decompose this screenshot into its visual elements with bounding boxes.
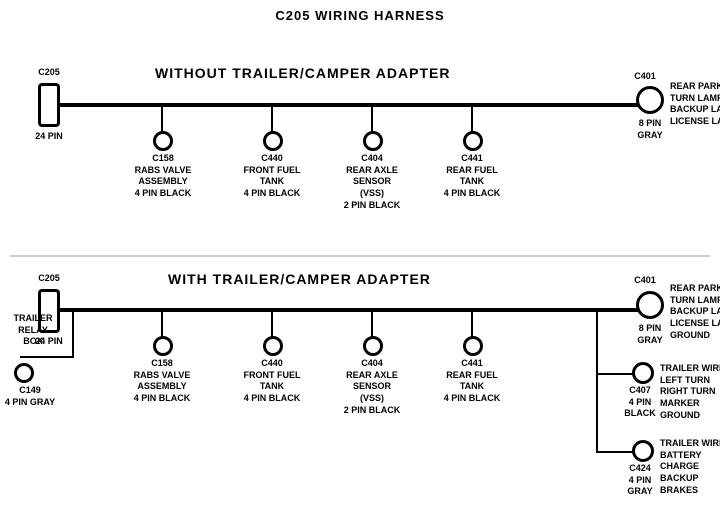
s2-c407-desc: TRAILER WIRESLEFT TURNRIGHT TURNMARKERGR… <box>660 363 720 421</box>
s2-c407-id: C4074 PINBLACK <box>620 385 660 420</box>
s2-c401-label: C401 <box>630 275 660 287</box>
s1-c440-label: C440FRONT FUELTANK4 PIN BLACK <box>243 153 301 200</box>
s1-c158-connector <box>153 131 173 151</box>
s2-c205-label: C205 <box>28 273 70 285</box>
s2-trailer-relay-drop <box>72 310 74 358</box>
s1-c404-connector <box>363 131 383 151</box>
s2-c440-connector <box>263 336 283 356</box>
section1-label: WITHOUT TRAILER/CAMPER ADAPTER <box>155 65 450 81</box>
s1-c404-drop <box>371 105 373 133</box>
s1-c404-label: C404REAR AXLESENSOR(VSS)2 PIN BLACK <box>343 153 401 211</box>
s2-c149-connector <box>14 363 34 383</box>
s1-8pin-gray: 8 PINGRAY <box>625 118 675 141</box>
s2-c424-id: C4244 PINGRAY <box>618 463 662 498</box>
s1-c440-drop <box>271 105 273 133</box>
s2-c441-connector <box>463 336 483 356</box>
s2-c440-drop <box>271 310 273 338</box>
s1-c440-connector <box>263 131 283 151</box>
s2-c441-drop <box>471 310 473 338</box>
s1-24pin-label: 24 PIN <box>24 131 74 143</box>
s2-8pin-gray: 8 PINGRAY <box>625 323 675 346</box>
s2-c424-drop <box>596 373 598 453</box>
diagram-container: WITHOUT TRAILER/CAMPER ADAPTER C205 24 P… <box>0 23 720 523</box>
s2-main-wire <box>60 308 660 312</box>
s1-c401-label: C401 <box>630 71 660 83</box>
s2-c404-connector <box>363 336 383 356</box>
s2-c404-drop <box>371 310 373 338</box>
s2-trailer-relay-h <box>20 356 74 358</box>
s2-c440-label: C440FRONT FUELTANK4 PIN BLACK <box>243 358 301 405</box>
s2-c441-label: C441REAR FUELTANK4 PIN BLACK <box>443 358 501 405</box>
s1-c441-drop <box>471 105 473 133</box>
s1-c158-drop <box>161 105 163 133</box>
s2-c407-connector <box>632 362 654 384</box>
s1-c441-label: C441REAR FUELTANK4 PIN BLACK <box>443 153 501 200</box>
s2-trailer-relay-label: TRAILERRELAYBOX <box>2 313 64 348</box>
s2-c158-drop <box>161 310 163 338</box>
s1-c158-label: C158RABS VALVEASSEMBLY4 PIN BLACK <box>133 153 193 200</box>
page-title: C205 WIRING HARNESS <box>0 0 720 23</box>
s2-c158-label: C158RABS VALVEASSEMBLY4 PIN BLACK <box>133 358 191 405</box>
s2-c149-label: C1494 PIN GRAY <box>4 385 56 408</box>
s2-c424-desc: TRAILER WIRESBATTERY CHARGEBACKUPBRAKES <box>660 438 720 496</box>
s1-c401-desc: REAR PARK/STOPTURN LAMPSBACKUP LAMPSLICE… <box>670 81 720 128</box>
s2-c401-desc: REAR PARK/STOPTURN LAMPSBACKUP LAMPSLICE… <box>670 283 720 341</box>
section-divider <box>10 255 710 257</box>
s2-c158-connector <box>153 336 173 356</box>
s2-right-connector <box>636 291 664 319</box>
s1-right-connector <box>636 86 664 114</box>
s1-left-connector-rect <box>38 83 60 127</box>
s1-c441-connector <box>463 131 483 151</box>
s2-c424-connector <box>632 440 654 462</box>
section2-label: WITH TRAILER/CAMPER ADAPTER <box>168 271 431 287</box>
s1-main-wire <box>60 103 660 107</box>
s1-c205-label: C205 <box>28 67 70 79</box>
s2-c407-drop <box>596 310 598 375</box>
s2-c404-label: C404REAR AXLESENSOR(VSS)2 PIN BLACK <box>343 358 401 416</box>
